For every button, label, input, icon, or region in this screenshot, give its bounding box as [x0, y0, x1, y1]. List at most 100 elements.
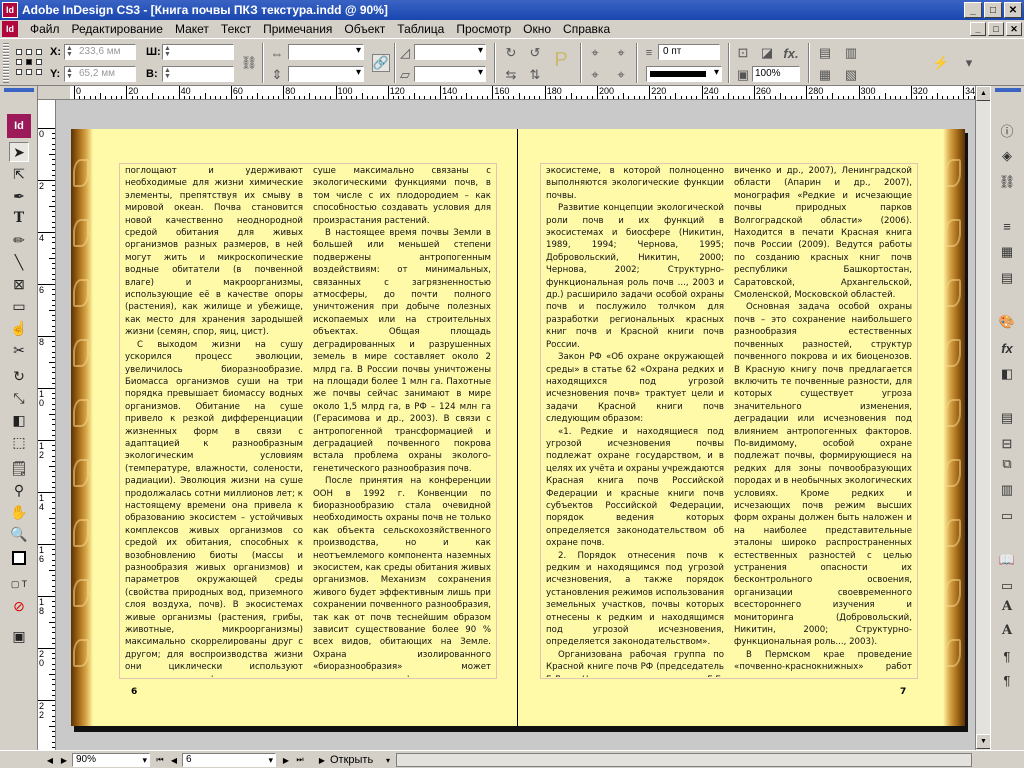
horizontal-scrollbar[interactable]	[396, 753, 972, 767]
selection-tool-icon[interactable]: ➤	[9, 142, 29, 162]
page-number-field[interactable]: 6 ▾	[182, 753, 276, 767]
menu-view[interactable]: Просмотр	[450, 20, 517, 38]
apply-none-icon[interactable]: ⊘	[9, 596, 29, 616]
paragraph-styles-panel-icon[interactable]: ¶	[996, 670, 1018, 690]
menu-table[interactable]: Таблица	[391, 20, 450, 38]
scale-x-dropdown[interactable]	[288, 44, 364, 60]
menu-help[interactable]: Справка	[557, 20, 616, 38]
character-styles-panel-icon[interactable]: A	[996, 620, 1018, 640]
text-wrap-bbox-icon[interactable]: ▥	[842, 44, 860, 62]
color-panel-icon[interactable]: 🎨	[996, 312, 1018, 332]
tools-panel-titlebar[interactable]	[4, 88, 34, 92]
text-column-left-1[interactable]: поглощают и удерживают необходимые для ж…	[125, 165, 303, 677]
previous-page-button[interactable]: ◀	[168, 753, 180, 767]
reference-point-grid[interactable]	[16, 49, 42, 75]
height-field[interactable]: ▲ ▼	[162, 66, 234, 82]
opacity-field[interactable]: 100%	[752, 66, 800, 82]
y-position-field[interactable]: ▲ ▼ 65,2 мм	[64, 66, 136, 82]
panel-dock-titlebar[interactable]	[995, 88, 1021, 92]
maximize-button[interactable]: □	[984, 2, 1002, 18]
scroll-down-button[interactable]: ▼	[976, 734, 991, 749]
stroke-panel-icon[interactable]: ≡	[996, 216, 1018, 236]
menu-notes[interactable]: Примечания	[257, 20, 338, 38]
bookmarks-panel-icon[interactable]: ▭	[996, 576, 1018, 596]
select-content-icon[interactable]: ⌖	[612, 44, 630, 62]
doc-restore-button[interactable]: □	[988, 22, 1004, 36]
free-transform-tool-icon[interactable]: ⬚	[9, 432, 29, 452]
rectangle-tool-icon[interactable]: ▭	[9, 296, 29, 316]
close-button[interactable]: ✕	[1004, 2, 1022, 18]
zoom-level-field[interactable]: 90% ▾	[72, 753, 150, 767]
button-tool-icon[interactable]: ☝	[9, 318, 29, 338]
view-mode-icon[interactable]: ▣	[9, 626, 29, 646]
minimize-button[interactable]: _	[964, 2, 982, 18]
swatches-panel-icon[interactable]: ▤	[996, 268, 1018, 288]
character-panel-icon[interactable]: A	[996, 596, 1018, 616]
doc-close-button[interactable]: ✕	[1006, 22, 1022, 36]
open-label[interactable]: Открыть	[330, 753, 373, 767]
pen-tool-icon[interactable]: ✒	[9, 186, 29, 206]
effects-fx-icon[interactable]: fx.	[782, 44, 800, 62]
index-panel-icon[interactable]: 📖	[996, 550, 1018, 570]
width-field[interactable]: ▲ ▼	[162, 44, 234, 60]
scissors-tool-icon[interactable]: ✂	[9, 340, 29, 360]
text-wrap-panel-icon[interactable]: ▤	[996, 408, 1018, 428]
links-panel-icon[interactable]: ⛓	[996, 172, 1018, 192]
rectangle-frame-tool-icon[interactable]: ⊠	[9, 274, 29, 294]
vertical-scrollbar[interactable]: ▲ ▼	[975, 86, 991, 750]
direct-selection-tool-icon[interactable]: ⇱	[9, 164, 29, 184]
open-document-icon[interactable]: ▶	[316, 753, 328, 767]
flip-vertical-icon[interactable]: ⇅	[526, 66, 544, 84]
menu-file[interactable]: Файл	[24, 20, 66, 38]
open-dropdown-icon[interactable]: ▾	[382, 753, 394, 767]
select-next-icon[interactable]: ⌖	[612, 66, 630, 84]
info-panel-icon[interactable]: ⓘ	[996, 120, 1018, 140]
quick-apply-lightning-icon[interactable]: ⚡	[932, 54, 950, 72]
page-6[interactable]: поглощают и удерживают необходимые для ж…	[71, 129, 518, 726]
zoom-tool-icon[interactable]: 🔍	[9, 524, 29, 544]
eyedropper-tool-icon[interactable]: ⚲	[9, 480, 29, 500]
x-position-field[interactable]: ▲ ▼ 233,6 мм	[64, 44, 136, 60]
align-panel-icon[interactable]: ⊟	[996, 434, 1018, 454]
rotation-angle-dropdown[interactable]	[414, 44, 486, 60]
layers-panel-icon[interactable]: ◈	[996, 146, 1018, 166]
doc-minimize-button[interactable]: _	[970, 22, 986, 36]
note-tool-icon[interactable]: 🗒	[9, 458, 29, 478]
ruler-origin[interactable]	[38, 86, 70, 100]
line-tool-icon[interactable]: ╲	[9, 252, 29, 272]
constrain-proportions-icon[interactable]: 🔗	[372, 54, 390, 72]
table-panel-icon[interactable]: ▦	[996, 242, 1018, 262]
paragraph-panel-icon[interactable]: ¶	[996, 646, 1018, 666]
first-page-button[interactable]: ⏮	[154, 753, 166, 767]
next-page-button[interactable]: ▶	[280, 753, 292, 767]
drop-shadow-icon[interactable]: ◪	[758, 44, 776, 62]
horizontal-ruler[interactable]: 0 20 40 60 80 100 120 140 160 180 200 220 240 260 280 3…	[70, 86, 975, 100]
text-column-left-2[interactable]: суше максимально связаны с экологическим…	[313, 165, 491, 677]
menu-object[interactable]: Объект	[338, 20, 391, 38]
menu-edit[interactable]: Редактирование	[66, 20, 169, 38]
gradient-panel-icon[interactable]: ◧	[996, 364, 1018, 384]
menu-type[interactable]: Текст	[215, 20, 257, 38]
scroll-up-button[interactable]: ▲	[976, 86, 991, 101]
status-scroll-right-button[interactable]: ▶	[58, 753, 70, 767]
chain-link-icon[interactable]: ⛓	[240, 54, 258, 72]
stroke-weight-field[interactable]: 0 пт	[658, 44, 720, 60]
pages-panel-icon[interactable]: ⧉	[996, 454, 1018, 474]
last-page-button[interactable]: ⏭	[294, 753, 306, 767]
status-scroll-left-button[interactable]: ◀	[44, 753, 56, 767]
text-column-right-1[interactable]: экосистеме, в которой полноценно выполня…	[546, 165, 724, 677]
menu-window[interactable]: Окно	[517, 20, 557, 38]
format-container-icon[interactable]: ▢ T	[9, 574, 29, 594]
text-wrap-shape-icon[interactable]: ▦	[816, 66, 834, 84]
effects-panel-icon[interactable]: fx	[996, 338, 1018, 358]
indesign-app-icon[interactable]: Id	[2, 2, 18, 18]
rotate-tool-icon[interactable]: ↻	[9, 366, 29, 386]
text-column-right-2[interactable]: виченко и др., 2007), Ленинградской обла…	[734, 165, 912, 677]
rotate-ccw-icon[interactable]: ↺	[526, 44, 544, 62]
pencil-tool-icon[interactable]: ✏	[9, 230, 29, 250]
menu-layout[interactable]: Макет	[169, 20, 215, 38]
fit-frame-icon[interactable]: ⊡	[734, 44, 752, 62]
fill-stroke-swatch-icon[interactable]	[9, 548, 29, 568]
text-wrap-jump-icon[interactable]: ▧	[842, 66, 860, 84]
control-panel-menu-icon[interactable]: ▾	[960, 54, 978, 72]
